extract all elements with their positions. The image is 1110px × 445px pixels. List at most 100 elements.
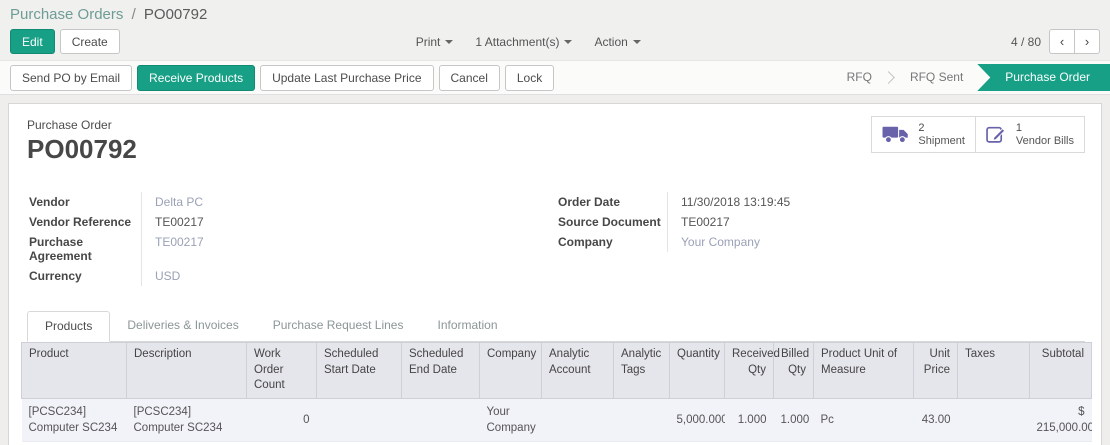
col-header-description[interactable]: Description (126, 342, 247, 399)
pager-previous-button[interactable]: ‹ (1049, 29, 1075, 54)
col-header-quantity[interactable]: Quantity (669, 342, 725, 399)
cell-unit-price: 60.00 (913, 441, 958, 445)
vendor-bills-stat-button[interactable]: 1 Vendor Bills (974, 116, 1085, 153)
tab-purchase-request-lines[interactable]: Purchase Request Lines (256, 311, 421, 342)
stage-purchase-order[interactable]: Purchase Order (977, 64, 1110, 91)
vendor-bills-count: 1 (1015, 121, 1023, 134)
col-header-unit-price[interactable]: Unit Price (913, 342, 958, 399)
breadcrumb-current: PO00792 (143, 6, 208, 23)
create-button[interactable]: Create (59, 29, 120, 54)
pager-next-button[interactable]: › (1074, 29, 1100, 54)
field-order-date: Order Date 11/30/2018 13:19:45 (556, 192, 1085, 212)
cell-scheduled-end-date (401, 398, 480, 442)
vendor-reference-label: Vendor Reference (27, 212, 142, 232)
field-group: Vendor Delta PC Vendor Reference TE00217… (27, 192, 1085, 286)
vendor-bills-stat-text: 1 Vendor Bills (1016, 122, 1074, 147)
col-header-taxes[interactable]: Taxes (957, 342, 1030, 399)
order-lines-table: Product Description Work Order Count Sch… (21, 342, 1092, 445)
currency-label: Currency (27, 266, 142, 286)
breadcrumb: Purchase Orders / PO00792 (10, 6, 1100, 23)
cell-product-uom: Pc (813, 398, 914, 442)
cell-product: Apple Iphone (21, 441, 127, 445)
pager-value: 4 / 80 (1010, 34, 1041, 49)
company-value[interactable]: Your Company (668, 232, 760, 252)
table-row[interactable]: Apple Iphone Apple Iphone 0 Your Company… (21, 441, 1092, 445)
currency-value[interactable]: USD (142, 266, 180, 286)
form-sheet: 2 Shipment 1 Vendor Bills Purchase Order… (8, 103, 1102, 445)
stage-rfq-sent[interactable]: RFQ Sent (894, 64, 979, 91)
vendor-reference-value: TE00217 (155, 215, 204, 229)
cell-work-order-count: 0 (246, 398, 317, 442)
cell-analytic-account (541, 441, 614, 445)
shipment-count: 2 (918, 121, 925, 134)
col-header-company[interactable]: Company (479, 342, 542, 399)
tab-information[interactable]: Information (420, 311, 514, 342)
field-vendor-reference: Vendor Reference TE00217 (27, 212, 556, 232)
cell-billed-qty: 1.000 (773, 398, 814, 442)
cell-description: [PCSC234] Computer SC234 (126, 398, 247, 442)
order-date-value: 11/30/2018 13:19:45 (681, 195, 791, 209)
caret-down-icon (564, 39, 573, 44)
field-column-right: Order Date 11/30/2018 13:19:45 Source Do… (556, 192, 1085, 286)
status-stages: RFQ RFQ Sent Purchase Order (831, 64, 1110, 91)
order-lines-table-wrap: Product Description Work Order Count Sch… (21, 342, 1092, 445)
cancel-button[interactable]: Cancel (438, 64, 500, 91)
lock-button[interactable]: Lock (504, 64, 555, 91)
col-header-scheduled-end-date[interactable]: Scheduled End Date (401, 342, 480, 399)
purchase-agreement-value[interactable]: TE00217 (142, 232, 204, 252)
field-source-document: Source Document TE00217 (556, 212, 1085, 232)
cell-taxes: Purchase GST 7% (957, 441, 1030, 445)
col-header-analytic-account[interactable]: Analytic Account (541, 342, 614, 399)
cell-quantity: 150.000 (669, 441, 725, 445)
pencil-icon (986, 126, 1006, 143)
purchase-agreement-label: Purchase Agreement (27, 232, 142, 266)
update-last-purchase-price-button[interactable]: Update Last Purchase Price (260, 64, 434, 91)
company-label: Company (556, 232, 668, 252)
caret-down-icon (445, 39, 454, 44)
col-header-product[interactable]: Product (21, 342, 127, 399)
control-panel: Purchase Orders / PO00792 Edit Create Pr… (0, 0, 1110, 60)
source-document-value: TE00217 (681, 215, 730, 229)
cell-company: Your Company (479, 398, 542, 442)
notebook-tabs: Products Deliveries & Invoices Purchase … (27, 311, 1085, 342)
tab-products[interactable]: Products (27, 311, 111, 342)
col-header-analytic-tags[interactable]: Analytic Tags (613, 342, 670, 399)
stage-rfq[interactable]: RFQ (831, 64, 888, 91)
cell-analytic-account (541, 398, 614, 442)
vendor-bills-label: Vendor Bills (1015, 134, 1074, 147)
stat-buttons: 2 Shipment 1 Vendor Bills (871, 116, 1085, 153)
cell-scheduled-start-date (316, 441, 402, 445)
print-dropdown[interactable]: Print (405, 35, 465, 49)
cell-unit-price: 43.00 (913, 398, 958, 442)
cell-received-qty: 1.000 (724, 398, 774, 442)
col-header-received-qty[interactable]: Received Qty (724, 342, 780, 399)
vendor-value[interactable]: Delta PC (142, 192, 203, 212)
col-header-product-unit-of-measure[interactable]: Product Unit of Measure (813, 342, 914, 399)
cell-description: Apple Iphone (126, 441, 247, 445)
receive-products-button[interactable]: Receive Products (137, 64, 256, 91)
cell-scheduled-start-date (316, 398, 402, 442)
col-header-subtotal[interactable]: Subtotal (1029, 342, 1092, 399)
tab-deliveries-invoices[interactable]: Deliveries & Invoices (110, 311, 255, 342)
table-row[interactable]: [PCSC234] Computer SC234 [PCSC234] Compu… (21, 398, 1092, 442)
source-document-label: Source Document (556, 212, 668, 232)
cell-analytic-tags (613, 398, 670, 442)
table-header-row: Product Description Work Order Count Sch… (21, 342, 1092, 399)
cell-company: Your Company (479, 441, 542, 445)
shipment-stat-text: 2 Shipment (918, 122, 964, 147)
edit-button[interactable]: Edit (10, 29, 55, 54)
action-dropdown-label: Action (594, 34, 628, 49)
action-dropdown[interactable]: Action (583, 35, 651, 49)
breadcrumb-parent-link[interactable]: Purchase Orders (10, 6, 123, 23)
field-company: Company Your Company (556, 232, 1085, 252)
shipment-stat-button[interactable]: 2 Shipment (871, 116, 976, 153)
cell-subtotal: $ 9,000.00 (1029, 441, 1092, 445)
col-header-work-order-count[interactable]: Work Order Count (246, 342, 317, 399)
statusbar: Send PO by Email Receive Products Update… (0, 60, 1110, 95)
cell-billed-qty: 0.000 (773, 441, 814, 445)
field-column-left: Vendor Delta PC Vendor Reference TE00217… (27, 192, 556, 286)
col-header-scheduled-start-date[interactable]: Scheduled Start Date (316, 342, 402, 399)
order-date-label: Order Date (556, 192, 668, 212)
send-po-by-email-button[interactable]: Send PO by Email (10, 64, 133, 91)
attachments-dropdown[interactable]: 1 Attachment(s) (464, 35, 583, 49)
